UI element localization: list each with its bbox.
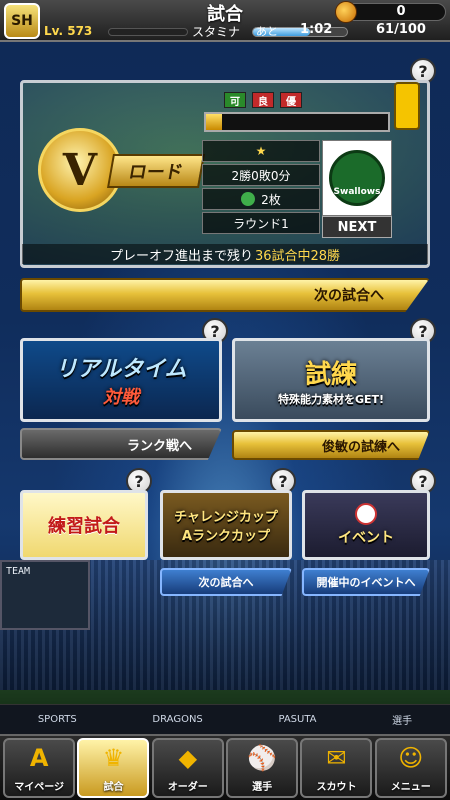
realtime-subtitle: 対戦: [103, 387, 139, 408]
stamina-remain-time: 1:02: [300, 22, 333, 37]
players-icon: ⚾: [247, 744, 278, 772]
nav-label: 試合: [103, 782, 124, 793]
level-label: Lv. 573: [44, 24, 93, 38]
ad-banner-strip: SPORTS DRAGONS PASUTA 選手: [0, 704, 450, 734]
match-icon: ♛: [102, 744, 125, 772]
next-opponent-label: NEXT: [322, 216, 392, 238]
realtime-title: リアルタイム: [55, 357, 187, 382]
vroad-title: ロード: [107, 154, 205, 188]
progress-text-prefix: プレーオフ進出まで残り: [109, 248, 253, 264]
event-next-button[interactable]: 開催中のイベントへ: [302, 568, 430, 596]
stamina-value: 61/100: [376, 22, 426, 37]
coin-value: 0: [396, 4, 406, 19]
realtime-match-card[interactable]: リアルタイム 対戦: [20, 338, 222, 422]
agility-trial-button[interactable]: 俊敏の試練へ: [232, 430, 430, 460]
challenge-next-button[interactable]: 次の試合へ: [160, 568, 292, 596]
challenge-title: チャレンジカップ: [174, 510, 278, 525]
trial-card[interactable]: 試練 特殊能力素材をGET!: [232, 338, 430, 422]
nav-order[interactable]: ◆ オーダー: [151, 738, 224, 798]
round-text: ラウンド1: [202, 212, 320, 234]
mypage-icon: A: [29, 744, 49, 772]
next-match-button[interactable]: 次の試合へ: [20, 278, 430, 312]
nav-label: マイページ: [14, 782, 65, 793]
opponent-team-logo: Swallows: [322, 140, 392, 216]
trial-title: 試練: [304, 359, 357, 390]
scoreboard: TEAM: [0, 560, 90, 630]
grade-flag: 可: [224, 92, 246, 108]
nav-scout[interactable]: ✉ スカウト: [300, 738, 373, 798]
baseball-icon: [355, 503, 377, 525]
scoreboard-label: TEAM: [6, 566, 31, 577]
opponent-logo-icon: Swallows: [329, 150, 385, 206]
trial-subtitle: 特殊能力素材をGET!: [277, 392, 385, 406]
menu-icon: ☺: [398, 744, 424, 772]
event-card[interactable]: イベント: [302, 490, 430, 560]
nav-label: 選手: [252, 782, 273, 793]
ad-text: SPORTS: [37, 714, 77, 725]
challenge-cup-card[interactable]: チャレンジカップ Aランクカップ: [160, 490, 292, 560]
coin-icon: [335, 1, 357, 23]
nav-label: メニュー: [390, 782, 431, 793]
progress-text-count: 36試合中28勝: [254, 248, 341, 264]
star-rank: ★: [202, 140, 320, 162]
nav-label: スカウト: [316, 782, 357, 793]
level-progress-bar: [108, 28, 188, 36]
nav-players[interactable]: ⚾ 選手: [226, 738, 299, 798]
record-text: 2勝0敗0分: [202, 164, 320, 186]
event-title: イベント: [338, 530, 394, 546]
practice-match-card[interactable]: 練習試合: [20, 490, 148, 560]
ad-text: PASUTA: [278, 714, 317, 725]
grade-flags: 可 良 優: [224, 92, 302, 108]
practice-title: 練習試合: [48, 516, 120, 537]
header-bar: SH 試合 0 Lv. 573 スタミナ あと 1:02 61/100: [0, 0, 450, 42]
nav-label: オーダー: [167, 782, 208, 793]
nav-match[interactable]: ♛ 試合: [77, 738, 150, 798]
nav-mypage[interactable]: A マイページ: [3, 738, 76, 798]
star-icon: ★: [255, 144, 267, 158]
mascot-icon: [394, 82, 420, 130]
ticket-icon: [241, 192, 256, 206]
ad-text: 選手: [392, 716, 413, 727]
grade-flag: 優: [280, 92, 302, 108]
playoff-progress-text: プレーオフ進出まで残り 36試合中28勝: [22, 244, 428, 264]
team-logo-icon[interactable]: SH: [4, 3, 40, 39]
coin-counter[interactable]: 0: [335, 1, 446, 23]
challenge-subtitle: Aランクカップ: [181, 529, 271, 544]
ticket-row: 2枚: [202, 188, 320, 210]
order-icon: ◆: [178, 744, 198, 772]
grade-flag: 良: [252, 92, 274, 108]
rank-match-button[interactable]: ランク戦へ: [20, 428, 222, 460]
vroad-progress-bar: [204, 112, 390, 132]
ticket-count: 2枚: [261, 192, 281, 207]
nav-menu[interactable]: ☺ メニュー: [374, 738, 447, 798]
vroad-progress-fill: [206, 114, 223, 130]
ad-text: DRAGONS: [152, 714, 203, 725]
bottom-nav: A マイページ ♛ 試合 ◆ オーダー ⚾ 選手 ✉ スカウト ☺ メニュー: [0, 734, 450, 800]
scout-icon: ✉: [326, 744, 347, 772]
stamina-label: スタミナ: [192, 25, 241, 39]
stamina-remain-label: あと: [256, 25, 278, 38]
vroad-emblem: V ロード: [30, 128, 205, 218]
